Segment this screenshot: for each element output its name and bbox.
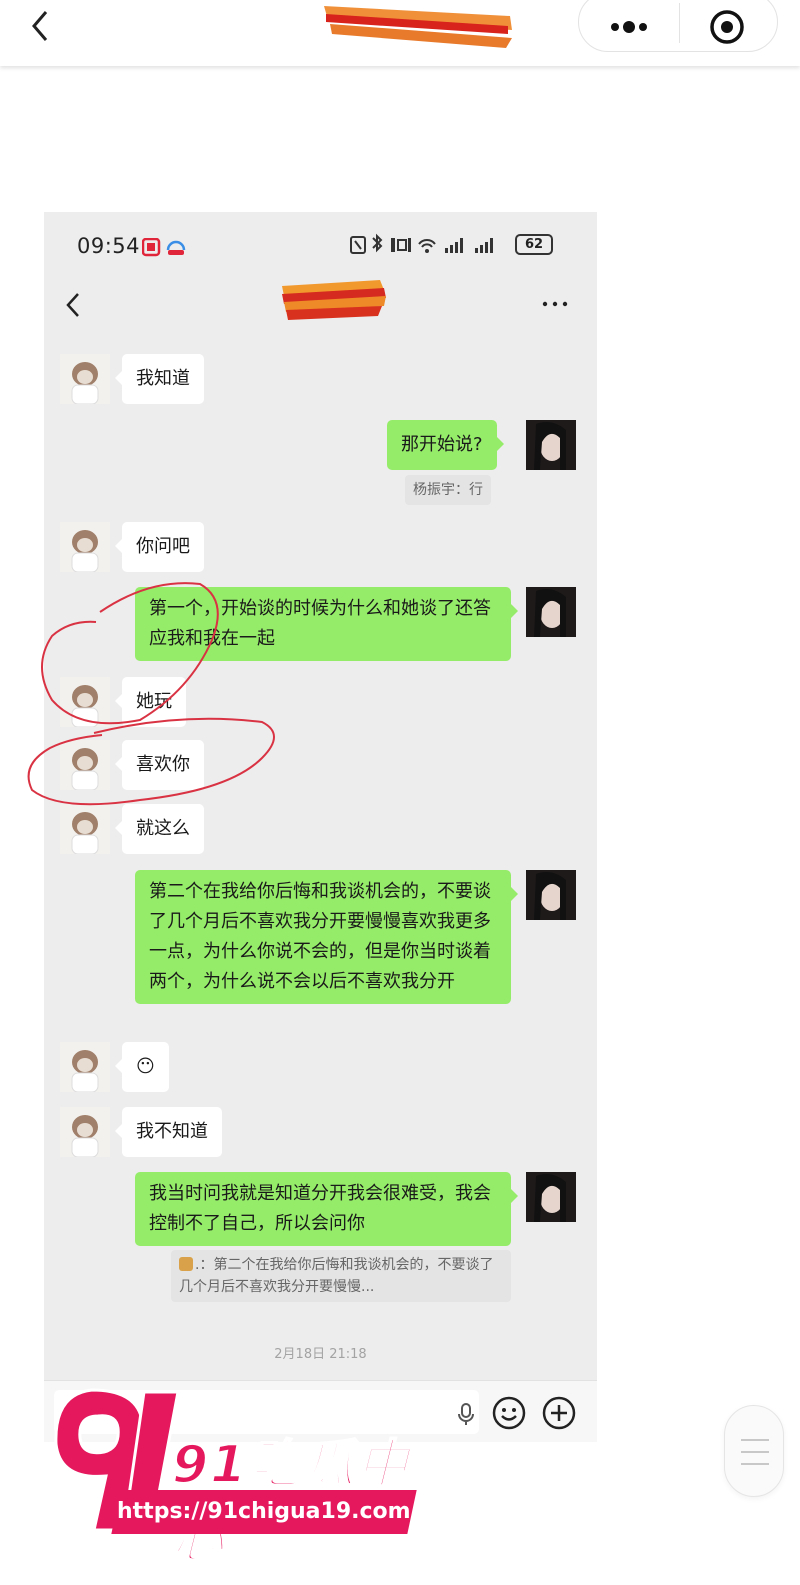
timestamp: 2月18日 21:18: [274, 1347, 367, 1362]
redacted-title: [322, 0, 517, 50]
back-icon[interactable]: [22, 6, 62, 46]
avatar[interactable]: [526, 420, 576, 470]
avatar[interactable]: [60, 354, 110, 404]
status-bar: 09:54 62: [44, 212, 597, 274]
avatar[interactable]: [60, 1107, 110, 1157]
watermark-url: https://91chigua19.com: [111, 1490, 417, 1534]
redacted-contact-name: [280, 278, 390, 324]
message-bubble[interactable]: 我知道: [115, 354, 204, 404]
message-bubble[interactable]: 😶: [115, 1042, 169, 1092]
message-bubble[interactable]: 就这么: [115, 804, 204, 854]
floating-handle[interactable]: [724, 1405, 784, 1497]
avatar[interactable]: [60, 804, 110, 854]
status-time: 09:54: [77, 234, 141, 258]
emoji-icon[interactable]: [491, 1395, 527, 1431]
capsule-menu: [578, 0, 778, 52]
message-bubble[interactable]: 喜欢你: [115, 740, 204, 790]
avatar-icon: [179, 1257, 193, 1271]
plus-icon[interactable]: [541, 1395, 577, 1431]
more-icon[interactable]: [540, 296, 570, 310]
capsule-divider: [679, 3, 680, 43]
menu-lines-icon: [741, 1439, 769, 1465]
site-watermark: 91吃瓜中心 https://91chigua19.com: [20, 1380, 420, 1571]
quoted-reply[interactable]: .：第二个在我给你后悔和我谈机会的，不要谈了几个月后不喜欢我分开要慢慢...: [171, 1250, 511, 1302]
message-bubble[interactable]: 我不知道: [115, 1107, 222, 1157]
message-bubble[interactable]: 第二个在我给你后悔和我谈机会的，不要谈了几个月后不喜欢我分开要慢慢喜欢我更多一点…: [135, 870, 518, 1004]
message-bubble[interactable]: 第一个，开始谈的时候为什么和她谈了还答应我和我在一起: [135, 587, 518, 661]
notification-icons: [142, 238, 186, 257]
quoted-reply[interactable]: 杨振宇：行: [405, 475, 491, 505]
avatar[interactable]: [526, 1172, 576, 1222]
outer-top-bar: [0, 0, 800, 66]
message-bubble[interactable]: 我当时问我就是知道分开我会很难受，我会控制不了自己，所以会问你: [135, 1172, 518, 1246]
message-bubble[interactable]: 那开始说?: [387, 420, 504, 470]
chat-header: [44, 274, 597, 334]
microphone-icon[interactable]: [454, 1402, 478, 1426]
battery-level: 62: [515, 234, 553, 255]
screen-root: 09:54 62 我知道 那开始说? 杨振宇：行 你问吧 第一个，开始谈的时候为…: [0, 0, 800, 1585]
avatar[interactable]: [60, 740, 110, 790]
close-target-icon[interactable]: [697, 0, 757, 47]
avatar[interactable]: [60, 1042, 110, 1092]
avatar[interactable]: [526, 870, 576, 920]
message-bubble[interactable]: 你问吧: [115, 522, 204, 572]
back-icon[interactable]: [58, 288, 88, 322]
avatar[interactable]: [526, 587, 576, 637]
quoted-reply-text: .：第二个在我给你后悔和我谈机会的，不要谈了几个月后不喜欢我分开要慢慢...: [179, 1257, 494, 1295]
chat-screenshot: 09:54 62 我知道 那开始说? 杨振宇：行 你问吧 第一个，开始谈的时候为…: [44, 212, 597, 1442]
signal-icons: [350, 233, 493, 254]
avatar[interactable]: [60, 677, 110, 727]
message-bubble[interactable]: 她玩: [115, 677, 186, 727]
avatar[interactable]: [60, 522, 110, 572]
more-icon[interactable]: [593, 7, 665, 41]
